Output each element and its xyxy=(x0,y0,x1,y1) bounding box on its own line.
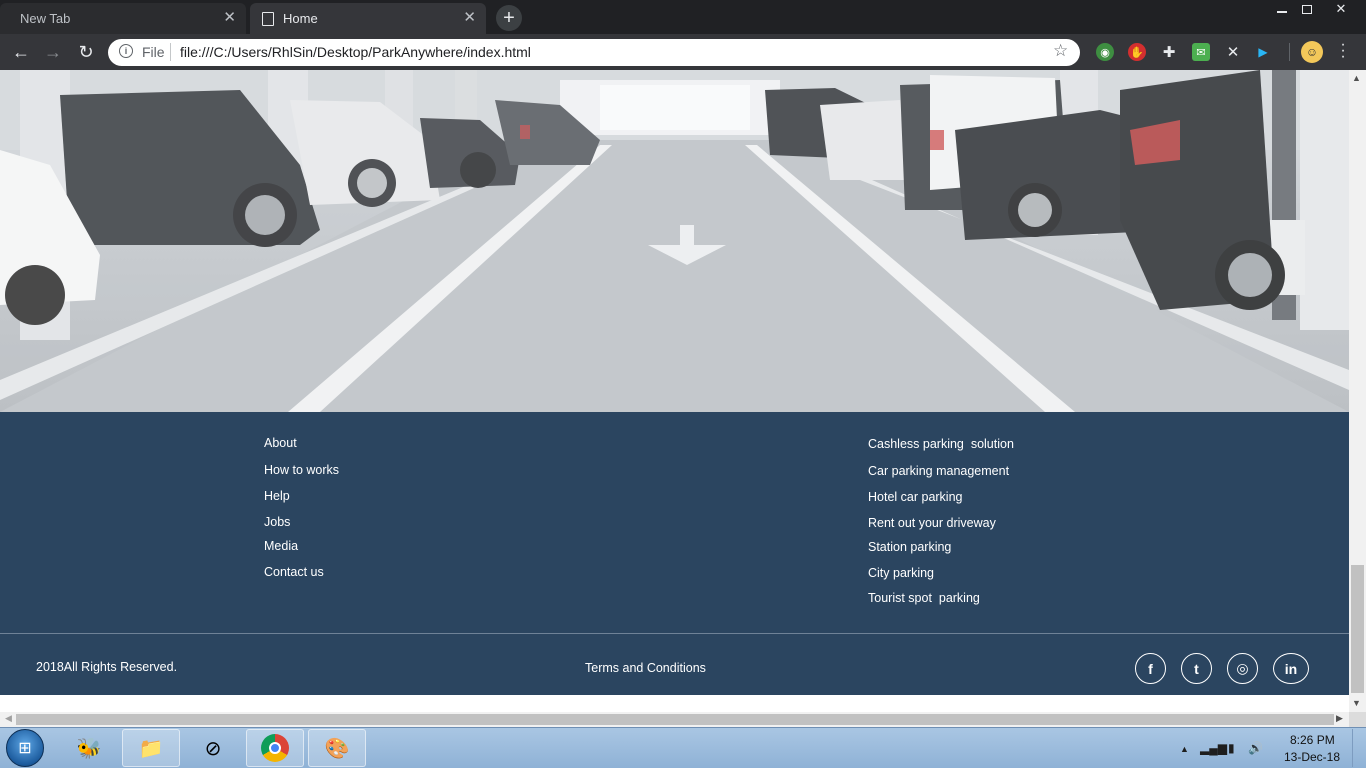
footer-link-media[interactable]: Media xyxy=(264,539,298,553)
terms-link[interactable]: Terms and Conditions xyxy=(585,661,706,675)
twitter-icon[interactable]: t xyxy=(1181,653,1212,684)
bee-icon: 🐝 xyxy=(76,737,102,760)
taskbar-paint[interactable]: 🎨 xyxy=(308,729,366,767)
info-icon[interactable]: i xyxy=(119,44,133,58)
profile-avatar-icon[interactable]: ☺ xyxy=(1301,41,1323,63)
paint-palette-icon: 🎨 xyxy=(324,737,350,760)
plus-icon: + xyxy=(503,7,515,29)
taskbar-media-player[interactable]: ⊘ xyxy=(184,729,242,767)
minimize-button[interactable] xyxy=(1270,0,1294,18)
menu-icon[interactable]: · · · xyxy=(1338,37,1348,65)
arrow-right-icon: → xyxy=(44,41,62,62)
restore-button[interactable] xyxy=(1295,0,1319,18)
forward-button[interactable]: → xyxy=(41,41,65,63)
scroll-up-arrow-icon[interactable]: ▲ xyxy=(1352,73,1361,83)
scroll-left-arrow-icon[interactable]: ◀ xyxy=(5,713,12,724)
security-label: File xyxy=(142,44,165,60)
close-icon[interactable]: ✕ xyxy=(463,9,476,27)
footer-link-tourist-spot-parking[interactable]: Tourist spot parking xyxy=(868,591,980,605)
extension-puzzle-icon[interactable]: ✚ xyxy=(1160,43,1178,61)
scroll-right-arrow-icon[interactable]: ▶ xyxy=(1336,713,1343,724)
url-text[interactable]: file:///C:/Users/RhlSin/Desktop/ParkAnyw… xyxy=(180,44,531,60)
windows-logo-icon: ⊞ xyxy=(18,740,32,757)
footer-link-how-to-works[interactable]: How to works xyxy=(264,463,339,477)
network-signal-icon[interactable]: ▂▄▆ xyxy=(1200,741,1227,755)
start-button[interactable]: ⊞ xyxy=(6,729,44,767)
footer-link-cashless-parking[interactable]: Cashless parking solution xyxy=(868,437,1014,451)
arrow-left-icon: ← xyxy=(12,41,30,62)
instagram-icon[interactable]: ◎ xyxy=(1227,653,1258,684)
extension-shield-icon[interactable]: ✋ xyxy=(1128,43,1146,61)
footer-link-hotel-car-parking[interactable]: Hotel car parking xyxy=(868,490,963,504)
restore-icon xyxy=(1302,4,1312,14)
copyright-text: 2018All Rights Reserved. xyxy=(36,660,178,674)
volume-icon[interactable]: 🔊 xyxy=(1248,741,1263,755)
scroll-down-arrow-icon[interactable]: ▼ xyxy=(1352,698,1361,708)
scrollbar-corner xyxy=(1349,712,1366,727)
clock-date[interactable]: 13-Dec-18 xyxy=(1284,750,1340,764)
tab-new-tab[interactable]: New Tab ✕ xyxy=(0,3,246,34)
footer-link-about[interactable]: About xyxy=(264,436,297,450)
facebook-icon[interactable]: f xyxy=(1135,653,1166,684)
chrome-icon xyxy=(261,734,289,762)
show-hidden-icons-arrow-icon[interactable]: ▲ xyxy=(1180,744,1189,754)
close-icon[interactable]: ✕ xyxy=(223,9,236,27)
footer-link-city-parking[interactable]: City parking xyxy=(868,566,934,580)
horizontal-scroll-thumb[interactable] xyxy=(16,714,1334,725)
extension-globe-icon[interactable]: ◉ xyxy=(1096,43,1114,61)
footer-link-jobs[interactable]: Jobs xyxy=(264,515,290,529)
show-desktop-button[interactable] xyxy=(1352,729,1366,767)
close-window-button[interactable]: ✕ xyxy=(1320,0,1362,18)
vertical-scroll-thumb[interactable] xyxy=(1351,565,1364,693)
taskbar-bee-app[interactable]: 🐝 xyxy=(60,729,118,767)
folder-icon: 📁 xyxy=(138,737,164,760)
footer-link-station-parking[interactable]: Station parking xyxy=(868,540,951,554)
back-button[interactable]: ← xyxy=(9,41,33,63)
reload-icon: ↻ xyxy=(78,41,94,62)
address-separator xyxy=(170,43,171,61)
new-tab-button[interactable]: + xyxy=(496,5,522,31)
footer-divider xyxy=(0,633,1349,634)
page-bottom xyxy=(0,695,1349,712)
extension-x-icon[interactable]: ✕ xyxy=(1224,43,1242,61)
minimize-icon xyxy=(1277,11,1287,13)
tab-home[interactable]: Home ✕ xyxy=(250,3,486,34)
page-icon xyxy=(262,11,274,26)
parking-garage-photo xyxy=(0,70,1349,412)
tab-title: Home xyxy=(283,11,318,26)
bookmark-star-icon[interactable]: ☆ xyxy=(1053,41,1068,61)
footer-link-contact-us[interactable]: Contact us xyxy=(264,565,324,579)
footer-link-rent-driveway[interactable]: Rent out your driveway xyxy=(868,516,996,530)
clock-time[interactable]: 8:26 PM xyxy=(1290,733,1335,747)
linkedin-icon[interactable]: in xyxy=(1273,653,1309,684)
hero-image xyxy=(0,70,1349,412)
footer-link-help[interactable]: Help xyxy=(264,489,290,503)
taskbar-chrome[interactable] xyxy=(246,729,304,767)
extension-play-icon[interactable]: ▶ xyxy=(1254,43,1272,61)
battery-icon[interactable]: ▮ xyxy=(1228,741,1235,755)
extension-mail-icon[interactable]: ✉ xyxy=(1192,43,1210,61)
close-icon: ✕ xyxy=(1335,1,1347,16)
toolbar-separator xyxy=(1289,43,1290,61)
taskbar-file-explorer[interactable]: 📁 xyxy=(122,729,180,767)
reload-button[interactable]: ↻ xyxy=(74,41,98,63)
tab-title: New Tab xyxy=(20,11,71,26)
media-player-icon: ⊘ xyxy=(204,737,222,760)
footer-link-car-parking-management[interactable]: Car parking management xyxy=(868,464,1009,478)
